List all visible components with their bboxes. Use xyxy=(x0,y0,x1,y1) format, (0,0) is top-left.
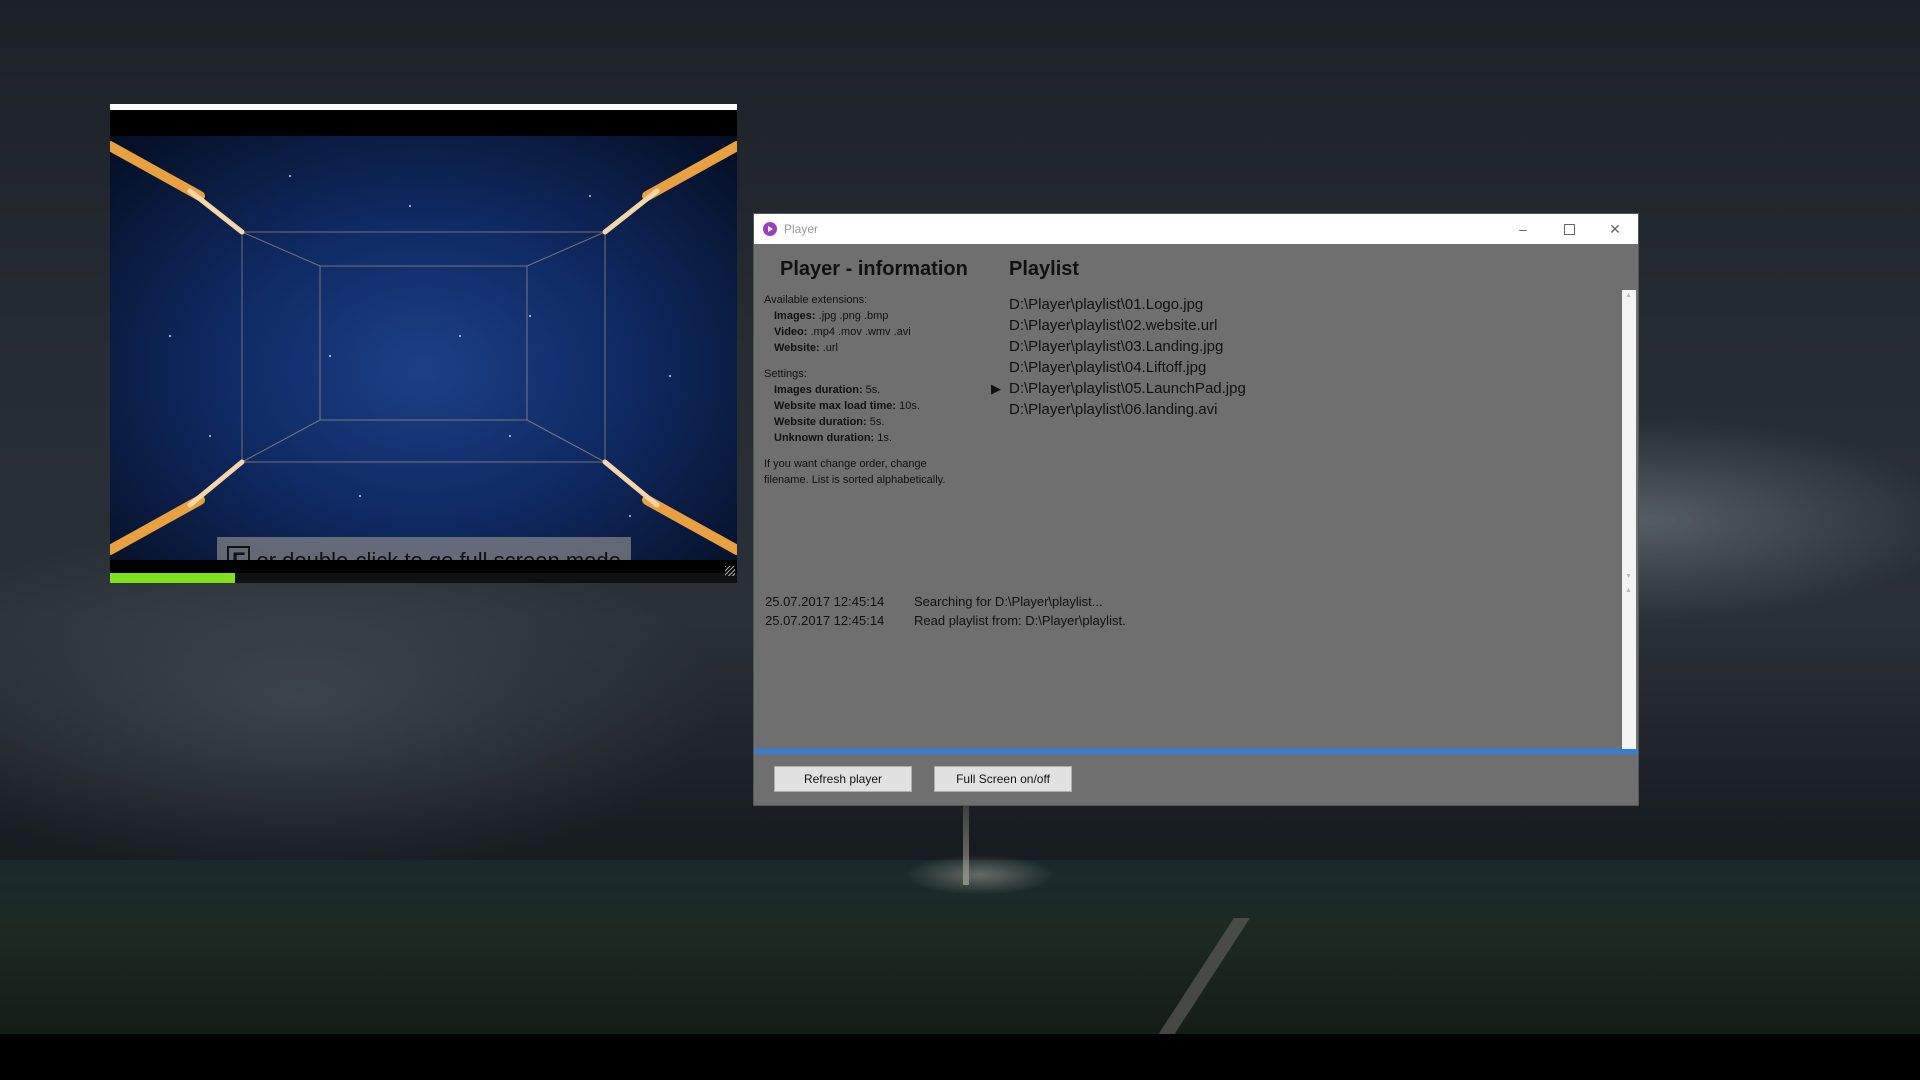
slide-progress-fill xyxy=(110,573,236,583)
extension-images: Images: .jpg .png .bmp xyxy=(774,310,889,322)
launch-smoke xyxy=(905,855,1055,895)
app-play-icon xyxy=(763,222,777,236)
close-button[interactable]: ✕ xyxy=(1592,214,1638,244)
slide-progress-track xyxy=(110,573,737,583)
launchpad-image: F or double-click to go full screen mode xyxy=(110,136,737,560)
window-title: Player xyxy=(784,222,819,236)
current-play-icon: ▶ xyxy=(991,381,1001,396)
hint-key: F xyxy=(227,546,251,560)
extension-website: Website: .url xyxy=(774,342,838,354)
close-icon: ✕ xyxy=(1609,220,1621,237)
player-window: Player – ✕ Player - information Playlist… xyxy=(754,214,1638,805)
accent-bar xyxy=(754,749,1638,754)
scroll-up-icon[interactable]: ▲ xyxy=(1625,587,1632,594)
log-time: 25.07.2017 12:45:14 xyxy=(765,613,885,628)
log-message: Read playlist from: D:\Player\playlist. xyxy=(914,613,1126,628)
minimize-icon: – xyxy=(1519,221,1527,237)
info-heading: Player - information xyxy=(780,258,968,280)
info-panel: Available extensions: Images: .jpg .png … xyxy=(764,292,964,488)
preview-window[interactable]: F or double-click to go full screen mode xyxy=(110,104,737,583)
playlist-list: D:\Player\playlist\01.Logo.jpg D:\Player… xyxy=(991,294,1246,420)
setting-images-duration: Images duration: 5s. xyxy=(774,384,881,396)
vertical-scrollbar[interactable]: ▲ ▼ ▲ xyxy=(1622,290,1636,750)
extension-video: Video: .mp4 .mov .wmv .avi xyxy=(774,326,911,338)
log-message: Searching for D:\Player\playlist... xyxy=(914,594,1103,609)
playlist-heading: Playlist xyxy=(1009,258,1080,280)
bottom-strip xyxy=(0,1034,1920,1080)
settings-label: Settings: xyxy=(764,368,807,380)
log-time: 25.07.2017 12:45:14 xyxy=(765,594,885,609)
playlist-item[interactable]: D:\Player\playlist\01.Logo.jpg xyxy=(1009,294,1246,315)
setting-website-duration: Website duration: 5s. xyxy=(774,416,885,428)
setting-unknown-duration: Unknown duration: 1s. xyxy=(774,432,892,444)
scroll-up-icon[interactable]: ▲ xyxy=(1625,292,1632,299)
playlist-item[interactable]: D:\Player\playlist\06.landing.avi xyxy=(1009,399,1246,420)
log-row: 25.07.2017 12:45:14 Read playlist from: … xyxy=(765,611,1126,630)
title-bar[interactable]: Player – ✕ xyxy=(754,214,1638,244)
setting-website-load-time: Website max load time: 10s. xyxy=(774,400,920,412)
fullscreen-hint: F or double-click to go full screen mode xyxy=(217,537,631,560)
log-panel: 25.07.2017 12:45:14 Searching for D:\Pla… xyxy=(765,592,1126,630)
maximize-icon xyxy=(1563,223,1575,235)
maximize-button[interactable] xyxy=(1546,214,1592,244)
hint-text: or double-click to go full screen mode xyxy=(256,548,620,560)
refresh-player-button[interactable]: Refresh player xyxy=(774,766,912,792)
resize-grip[interactable] xyxy=(725,566,735,576)
scroll-down-icon[interactable]: ▼ xyxy=(1625,573,1632,580)
playlist-item-current[interactable]: ▶ D:\Player\playlist\05.LaunchPad.jpg xyxy=(991,378,1246,399)
playlist-item[interactable]: D:\Player\playlist\04.Liftoff.jpg xyxy=(1009,357,1246,378)
extensions-label: Available extensions: xyxy=(764,294,868,306)
playlist-item[interactable]: D:\Player\playlist\02.website.url xyxy=(1009,315,1246,336)
fullscreen-toggle-button[interactable]: Full Screen on/off xyxy=(934,766,1072,792)
minimize-button[interactable]: – xyxy=(1500,214,1546,244)
log-row: 25.07.2017 12:45:14 Searching for D:\Pla… xyxy=(765,592,1126,611)
playlist-item[interactable]: D:\Player\playlist\03.Landing.jpg xyxy=(1009,336,1246,357)
playlist-item-label: D:\Player\playlist\05.LaunchPad.jpg xyxy=(1009,380,1246,397)
order-note: If you want change order, change filenam… xyxy=(764,458,946,486)
launchpad-artwork xyxy=(110,141,737,555)
